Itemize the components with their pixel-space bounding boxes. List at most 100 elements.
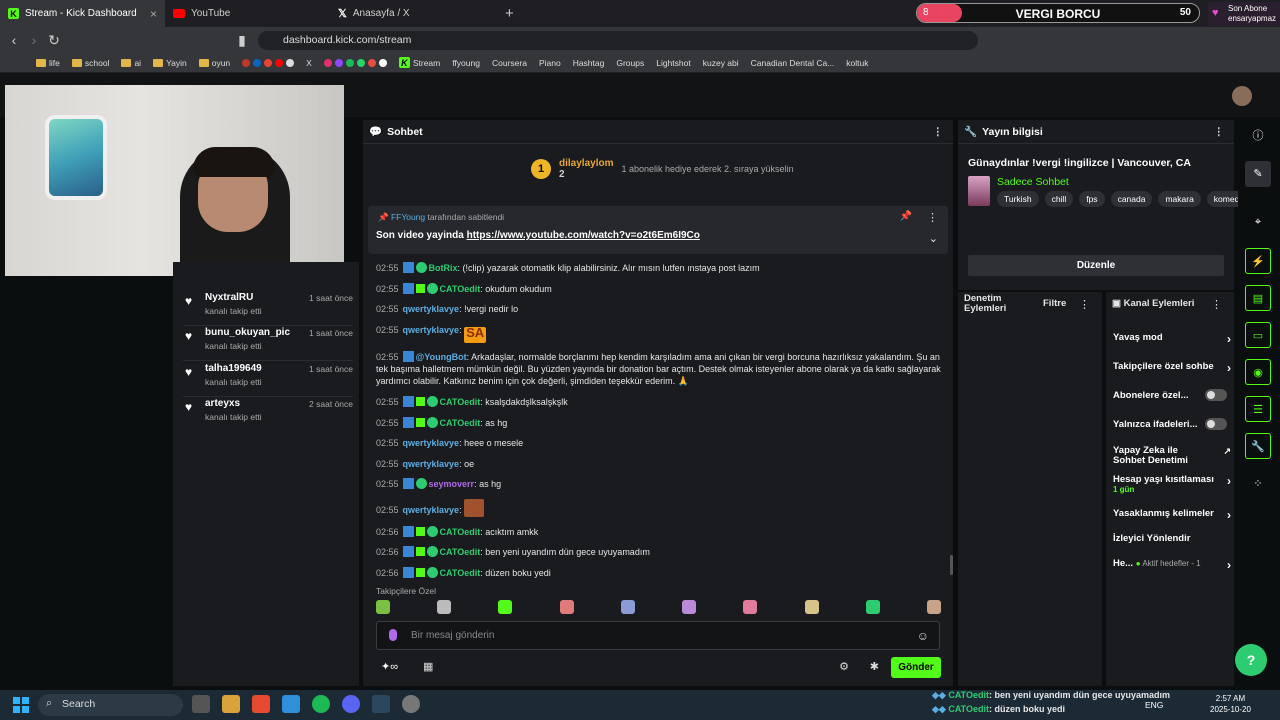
tab-x[interactable]: 𝕏 Anasayfa / X bbox=[330, 0, 495, 27]
file-explorer-icon[interactable] bbox=[192, 695, 210, 713]
channel-action-item[interactable]: Hesap yaşı kısıtlaması 1 gün › bbox=[1113, 474, 1231, 494]
channel-action-item[interactable]: Abonelere özel... bbox=[1113, 389, 1231, 401]
target-icon[interactable]: ⌖ bbox=[1245, 209, 1271, 235]
taskbar-search[interactable]: ⌕ Search bbox=[38, 694, 183, 716]
steam-icon[interactable] bbox=[372, 695, 390, 713]
channel-action-item[interactable]: Yavaş mod › bbox=[1113, 332, 1231, 346]
forward-icon[interactable]: › bbox=[24, 32, 44, 48]
reload-icon[interactable]: ↻ bbox=[44, 32, 64, 49]
chat-scrollbar[interactable] bbox=[950, 555, 953, 575]
message-username[interactable]: CATOedit bbox=[440, 568, 481, 578]
pin-icon[interactable]: 📌 bbox=[900, 211, 912, 222]
message-username[interactable]: qwertyklavye bbox=[403, 304, 460, 314]
bookmark-item[interactable]: K Stream bbox=[398, 57, 440, 68]
stream-tag[interactable]: chill bbox=[1044, 191, 1074, 207]
channel-action-item[interactable]: İzleyici Yönlendir bbox=[1113, 533, 1231, 544]
follower-name[interactable]: bunu_okuyan_pic bbox=[205, 327, 290, 338]
message-username[interactable]: CATOedit bbox=[440, 418, 481, 428]
more-options-icon[interactable]: ⋮ bbox=[1211, 298, 1222, 311]
layout-icon[interactable]: ☰ bbox=[1245, 396, 1271, 422]
send-button[interactable]: Gönder bbox=[891, 657, 941, 678]
emote[interactable] bbox=[559, 600, 574, 614]
microphone-icon[interactable] bbox=[389, 629, 397, 641]
bookmark-item[interactable]: life bbox=[36, 58, 60, 68]
message-username[interactable]: CATOedit bbox=[440, 284, 481, 294]
external-link-icon[interactable]: ↗ bbox=[1223, 446, 1231, 457]
toggle-switch[interactable] bbox=[1205, 389, 1227, 401]
channel-action-item[interactable]: Yapay Zeka ile Sohbet Denetimi ↗ bbox=[1113, 446, 1231, 466]
folder-icon[interactable] bbox=[222, 695, 240, 713]
emote[interactable] bbox=[437, 600, 452, 614]
avatar[interactable] bbox=[1232, 86, 1252, 106]
broadcast-icon[interactable]: ◉ bbox=[1245, 359, 1271, 385]
more-options-icon[interactable]: ⋮ bbox=[1079, 298, 1090, 311]
emote[interactable] bbox=[743, 600, 758, 614]
help-button[interactable]: ? bbox=[1235, 644, 1267, 676]
brave-icon[interactable] bbox=[252, 695, 270, 713]
chevron-down-icon[interactable]: ⌄ bbox=[929, 232, 938, 245]
gear-icon[interactable]: ⚙ bbox=[839, 660, 849, 673]
bookmark-item[interactable]: Piano bbox=[539, 58, 561, 68]
bookmark-icon[interactable]: ▮ bbox=[232, 32, 252, 49]
tab-youtube[interactable]: YouTube bbox=[165, 0, 330, 27]
stream-category[interactable]: Sadece Sohbet bbox=[997, 176, 1069, 188]
bookmark-icons[interactable] bbox=[242, 58, 295, 67]
emote[interactable] bbox=[926, 600, 941, 614]
emoji-icon[interactable]: ☺ bbox=[917, 629, 929, 643]
bookmark-item[interactable]: ffyoung bbox=[452, 58, 480, 68]
toggle-switch[interactable] bbox=[1205, 418, 1227, 430]
windows-start-icon[interactable] bbox=[13, 697, 29, 713]
message-username[interactable]: @YoungBot bbox=[416, 352, 467, 362]
wrench-icon[interactable]: 🔧 bbox=[1245, 433, 1271, 459]
message-username[interactable]: qwertyklavye bbox=[403, 438, 460, 448]
message-username[interactable]: seymoverr bbox=[429, 479, 475, 489]
spotify-icon[interactable] bbox=[312, 695, 330, 713]
bookmark-item[interactable]: Yayin bbox=[153, 58, 187, 68]
bookmark-icons[interactable] bbox=[323, 58, 387, 67]
follower-name[interactable]: arteyxs bbox=[205, 398, 240, 409]
back-icon[interactable]: ‹ bbox=[4, 32, 24, 48]
follower-name[interactable]: talha199649 bbox=[205, 363, 262, 374]
stream-tag[interactable]: makara bbox=[1158, 191, 1201, 207]
edit-button[interactable]: Düzenle bbox=[968, 255, 1224, 276]
chat-settings-icon[interactable]: ✱ bbox=[870, 660, 879, 673]
channel-action-item[interactable]: Yalnızca ifadeleri... bbox=[1113, 418, 1231, 430]
close-tab-icon[interactable]: × bbox=[150, 7, 157, 21]
pencil-icon[interactable]: ✎ bbox=[1245, 161, 1271, 187]
obs-icon[interactable] bbox=[402, 695, 420, 713]
bookmark-item[interactable]: ai bbox=[121, 58, 141, 68]
more-options-icon[interactable]: ⋮ bbox=[933, 126, 944, 138]
bolt-icon[interactable]: ⚡ bbox=[1245, 248, 1271, 274]
emote[interactable] bbox=[682, 600, 697, 614]
message-username[interactable]: qwertyklavye bbox=[403, 459, 460, 469]
bookmark-item[interactable]: oyun bbox=[198, 58, 230, 68]
clock[interactable]: 2:57 AM 2025-10-20 bbox=[1210, 693, 1251, 715]
stream-tag[interactable]: canada bbox=[1110, 191, 1153, 207]
chat-input[interactable]: Bir mesaj gönderin ☺ bbox=[376, 621, 940, 650]
info-icon[interactable]: ⓘ bbox=[1245, 123, 1271, 149]
filter-button[interactable]: Filtre bbox=[1043, 298, 1066, 309]
channel-action-item[interactable]: Yasaklanmış kelimeler › bbox=[1113, 508, 1231, 522]
stream-tag[interactable]: Turkish bbox=[997, 191, 1039, 207]
bookmark-item[interactable]: Canadian Dental Ca... bbox=[751, 58, 835, 68]
emote[interactable] bbox=[620, 600, 635, 614]
bookmark-item[interactable]: Lightshot bbox=[656, 58, 691, 68]
emote[interactable] bbox=[376, 600, 390, 614]
emote[interactable] bbox=[804, 600, 819, 614]
message-username[interactable]: CATOedit bbox=[440, 547, 481, 557]
bookmark-item[interactable]: Hashtag bbox=[573, 58, 605, 68]
more-options-icon[interactable]: ⋮ bbox=[1214, 126, 1225, 138]
bookmark-item[interactable]: Coursera bbox=[492, 58, 527, 68]
bookmark-item[interactable]: Groups bbox=[616, 58, 644, 68]
gift-leaderboard[interactable]: 1 dilaylaylom 2 1 abonelik hediye ederek… bbox=[531, 154, 794, 184]
pinned-by-user[interactable]: FFYoung bbox=[391, 212, 425, 222]
message-username[interactable]: qwertyklavye bbox=[403, 505, 460, 515]
infinity-icon[interactable]: ✦∞ bbox=[381, 660, 398, 673]
document-icon[interactable]: ▤ bbox=[1245, 285, 1271, 311]
channel-action-item[interactable]: He... ● Aktif hedefler - 1 › bbox=[1113, 558, 1231, 572]
url-field[interactable]: dashboard.kick.com/stream bbox=[258, 31, 978, 50]
photos-icon[interactable] bbox=[282, 695, 300, 713]
channel-action-item[interactable]: Takipçilere özel sohbe › bbox=[1113, 361, 1231, 375]
apps-icon[interactable]: ⁘ bbox=[1245, 471, 1271, 497]
chat-icon[interactable]: ▭ bbox=[1245, 322, 1271, 348]
